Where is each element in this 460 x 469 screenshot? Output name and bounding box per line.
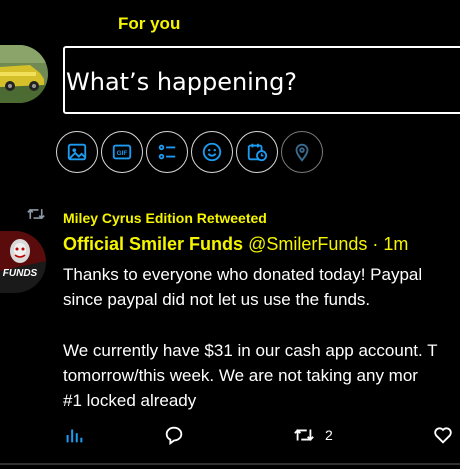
avatar-logo-text: FUNDS — [3, 268, 38, 279]
svg-text:GIF: GIF — [117, 150, 128, 157]
reply-icon — [165, 426, 183, 446]
tab-for-you[interactable]: For you — [118, 14, 180, 34]
home-timeline: For you What’s happening? GIF Miley Cyru… — [0, 0, 460, 469]
tweet-text-line: since paypal did not let us use the fund… — [63, 290, 371, 309]
poll-icon — [158, 144, 176, 160]
retweet-count: 2 — [325, 427, 333, 443]
tweet-header: Official Smiler Funds @SmilerFunds · 1m — [63, 234, 408, 255]
reply-button[interactable] — [163, 424, 185, 446]
divider — [0, 463, 460, 465]
image-icon — [67, 143, 87, 161]
poll-button[interactable] — [146, 131, 188, 173]
location-button[interactable] — [281, 131, 323, 173]
tweet-text-line: #1 locked already — [63, 391, 197, 410]
tweet-separator: · — [372, 234, 379, 254]
schedule-button[interactable] — [236, 131, 278, 173]
tweet-text[interactable]: Thanks to everyone who donated today! Pa… — [63, 262, 438, 413]
location-icon — [295, 143, 309, 162]
retweet-icon — [294, 429, 314, 441]
compose-input[interactable]: What’s happening? — [66, 68, 297, 96]
views-button[interactable] — [63, 424, 85, 446]
tweet-text-line: tomorrow/this week. We are not taking an… — [63, 366, 418, 385]
emoji-icon — [202, 142, 222, 162]
media-button[interactable] — [56, 131, 98, 173]
user-avatar[interactable] — [0, 45, 48, 103]
emoji-button[interactable] — [191, 131, 233, 173]
tweet-text-line: Thanks to everyone who donated today! Pa… — [63, 265, 423, 284]
retweet-context-icon — [27, 208, 45, 220]
retweet-context-label[interactable]: Miley Cyrus Edition Retweeted — [63, 210, 267, 226]
analytics-icon — [66, 429, 83, 443]
gif-icon: GIF — [112, 144, 132, 160]
retweet-button[interactable]: 2 — [293, 424, 333, 446]
heart-icon — [434, 427, 452, 444]
tweet-author-handle[interactable]: @SmilerFunds — [248, 234, 367, 254]
gif-button[interactable]: GIF — [101, 131, 143, 173]
tweet-author-avatar[interactable]: FUNDS — [0, 231, 46, 293]
tweet-timestamp[interactable]: 1m — [383, 234, 408, 254]
tweet-text-line: We currently have $31 in our cash app ac… — [63, 341, 438, 360]
schedule-icon — [247, 143, 268, 162]
tweet-author-name[interactable]: Official Smiler Funds — [63, 234, 243, 254]
like-button[interactable] — [432, 424, 454, 446]
